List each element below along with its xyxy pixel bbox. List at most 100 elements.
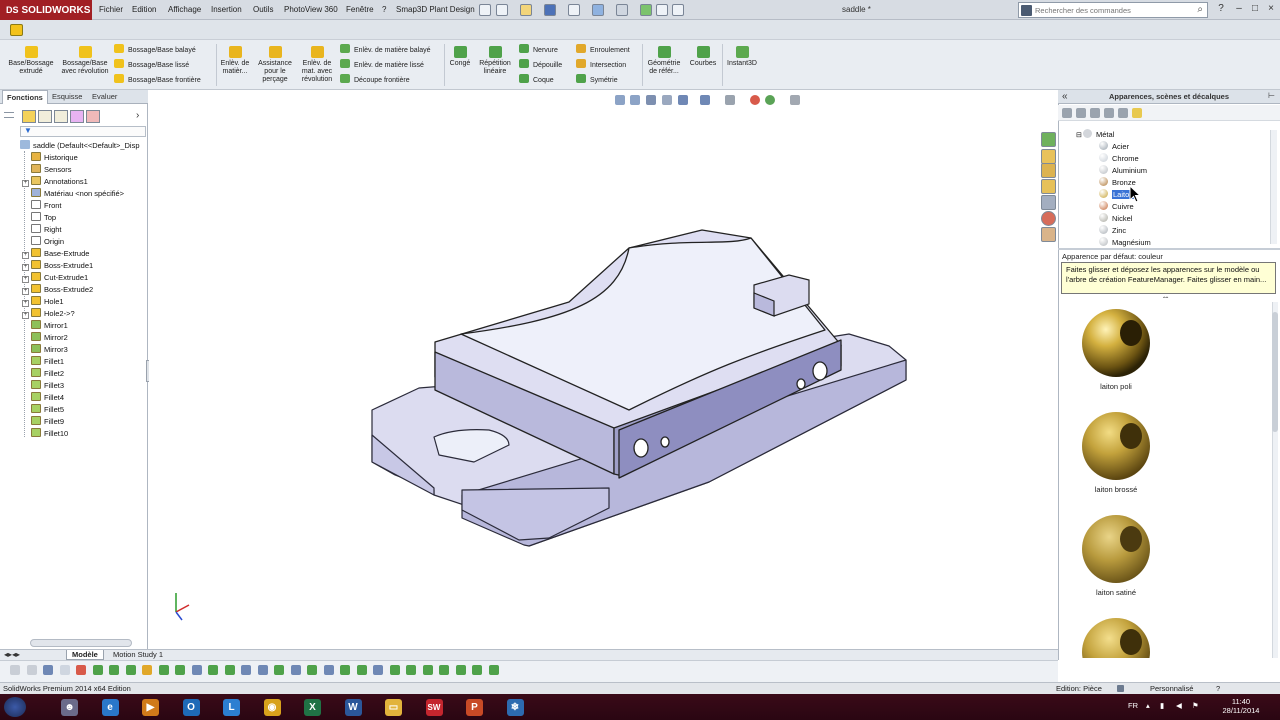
tree-item[interactable]: + Annotations1	[22, 176, 88, 188]
tree-item[interactable]: Fillet10	[22, 428, 68, 440]
forward-icon[interactable]	[1076, 108, 1086, 118]
edit-appearance-icon[interactable]	[750, 95, 760, 105]
pane-divider[interactable]	[1058, 248, 1280, 250]
tab-scroll-arrows-icon[interactable]: ◂▸◂▸	[4, 650, 20, 659]
tree-item[interactable]: Sensors	[22, 164, 72, 176]
sketch-tool-icon[interactable]	[488, 665, 499, 675]
sketch-tool-icon[interactable]	[356, 665, 367, 675]
hide-show-items-icon[interactable]	[725, 95, 735, 105]
tab-esquisse[interactable]: Esquisse	[48, 90, 86, 104]
revolve-cut-button[interactable]: Enlèv. de mat. avec révolution	[296, 46, 338, 84]
design-library-tab-icon[interactable]	[1041, 149, 1056, 164]
metal-item-zinc[interactable]: Zinc	[1099, 225, 1126, 237]
sketch-tool-icon[interactable]	[241, 665, 251, 675]
metal-item-chrome[interactable]: Chrome	[1099, 153, 1139, 165]
menu-insertion[interactable]: Insertion	[211, 0, 242, 20]
tree-item[interactable]: Front	[22, 200, 62, 212]
tree-item[interactable]: Top	[22, 212, 56, 224]
search-input[interactable]	[1035, 4, 1185, 16]
tree-item[interactable]: Fillet9	[22, 416, 64, 428]
tree-item[interactable]: + Boss-Extrude1	[22, 260, 93, 272]
swatch-laiton-poli[interactable]	[1079, 305, 1153, 379]
view-palette-tab-icon[interactable]	[1041, 195, 1056, 210]
menu-fichier[interactable]: Fichier	[99, 0, 123, 20]
tab-evaluer[interactable]: Evaluer	[88, 90, 121, 104]
metal-item-aluminium[interactable]: Aluminium	[1099, 165, 1147, 177]
sketch-tool-icon[interactable]	[422, 665, 433, 675]
view-orientation-icon[interactable]	[678, 95, 688, 105]
add-location-icon[interactable]	[1132, 108, 1142, 118]
property-manager-tab-icon[interactable]	[38, 110, 52, 123]
tree-item[interactable]: Mirror2	[22, 332, 68, 344]
rib-button[interactable]: Nervure	[519, 44, 558, 57]
sketch-tool-icon[interactable]	[109, 665, 119, 675]
language-indicator[interactable]: FR	[1128, 701, 1138, 710]
status-units[interactable]: Personnalisé	[1150, 683, 1193, 694]
sketch-tool-icon[interactable]	[43, 665, 53, 675]
taskbar-user-app[interactable]: ☻	[52, 696, 86, 719]
sketch-tool-icon[interactable]	[406, 665, 416, 675]
wrap-button[interactable]: Enroulement	[576, 44, 630, 57]
rebuild-icon[interactable]	[640, 4, 652, 16]
menu-fenetre[interactable]: Fenêtre	[346, 0, 374, 20]
open-icon[interactable]	[520, 4, 532, 16]
save-icon[interactable]	[544, 4, 556, 16]
menu-outils[interactable]: Outils	[253, 0, 273, 20]
taskbar-lync[interactable]: L	[214, 696, 248, 719]
fillet-button[interactable]: Congé	[446, 46, 474, 68]
tree-item[interactable]: Mirror3	[22, 344, 68, 356]
start-button[interactable]	[4, 697, 26, 717]
new-document-icon[interactable]	[496, 4, 508, 16]
display-style-icon[interactable]	[700, 95, 710, 105]
tree-item[interactable]: Mirror1	[22, 320, 68, 332]
network-icon[interactable]: ▮	[1160, 701, 1164, 710]
tree-item[interactable]: Matériau <non spécifié>	[22, 188, 124, 200]
taskbar-file-explorer[interactable]: ▭	[376, 696, 410, 719]
sketch-tool-icon[interactable]	[439, 665, 449, 675]
sketch-tool-icon[interactable]	[125, 665, 136, 675]
expand-plus-icon[interactable]: +	[22, 300, 29, 307]
sketch-tool-icon[interactable]	[191, 665, 202, 675]
sketch-tool-icon[interactable]	[455, 665, 466, 675]
status-help[interactable]: ?	[1216, 683, 1220, 694]
metal-folder[interactable]: ⊟ Métal	[1076, 129, 1114, 141]
tree-item[interactable]: Fillet3	[22, 380, 64, 392]
sketch-tool-icon[interactable]	[373, 665, 383, 675]
tab-modele[interactable]: Modèle	[66, 650, 104, 660]
maximize-button[interactable]: □	[1248, 2, 1262, 16]
menu-photoview[interactable]: PhotoView 360	[284, 0, 338, 20]
sketch-tool-icon[interactable]	[257, 665, 268, 675]
sketch-tool-icon[interactable]	[92, 665, 103, 675]
sketch-tool-icon[interactable]	[224, 665, 235, 675]
sketch-tool-icon[interactable]	[389, 665, 400, 675]
tree-filter[interactable]	[20, 126, 146, 137]
draft-button[interactable]: Dépouille	[519, 59, 562, 72]
configuration-tab-icon[interactable]	[54, 110, 68, 123]
taskbar-internet-explorer[interactable]: e	[93, 696, 127, 719]
tree-item[interactable]: + Hole1	[22, 296, 64, 308]
taskbar-excel[interactable]: X	[295, 696, 329, 719]
sketch-tool-icon[interactable]	[76, 665, 86, 675]
swatch-scrollbar-thumb[interactable]	[1272, 312, 1278, 432]
sketch-tool-icon[interactable]	[26, 665, 37, 675]
intersect-button[interactable]: Intersection	[576, 59, 626, 72]
revolve-boss-button[interactable]: Bossage/Base avec révolution	[58, 46, 112, 76]
panel-splitter-icon[interactable]	[4, 112, 14, 118]
reference-geometry-button[interactable]: Géométrie de référ...	[643, 46, 685, 76]
back-icon[interactable]	[1062, 108, 1072, 118]
appearances-tab-icon[interactable]	[1041, 211, 1056, 226]
sketch-tool-icon[interactable]	[340, 665, 350, 675]
menu-smap3d[interactable]: Smap3D Plant Design	[396, 0, 475, 20]
expand-plus-icon[interactable]: +	[22, 288, 29, 295]
taskbar-snowflake-app[interactable]: ❄	[498, 696, 532, 719]
swept-boss-button[interactable]: Bossage/Base balayé	[114, 44, 196, 57]
features-tab-icon[interactable]	[10, 24, 23, 36]
swatch-laiton-brosse[interactable]	[1079, 408, 1153, 482]
file-properties-icon[interactable]	[656, 4, 668, 16]
pin-pane-icon[interactable]: ⊢	[1268, 91, 1275, 100]
volume-icon[interactable]: ◀	[1176, 701, 1182, 710]
previous-view-icon[interactable]	[646, 95, 656, 105]
expand-plus-icon[interactable]: +	[22, 312, 29, 319]
sketch-tool-icon[interactable]	[142, 665, 152, 675]
feature-tree-tab-icon[interactable]	[22, 110, 36, 123]
